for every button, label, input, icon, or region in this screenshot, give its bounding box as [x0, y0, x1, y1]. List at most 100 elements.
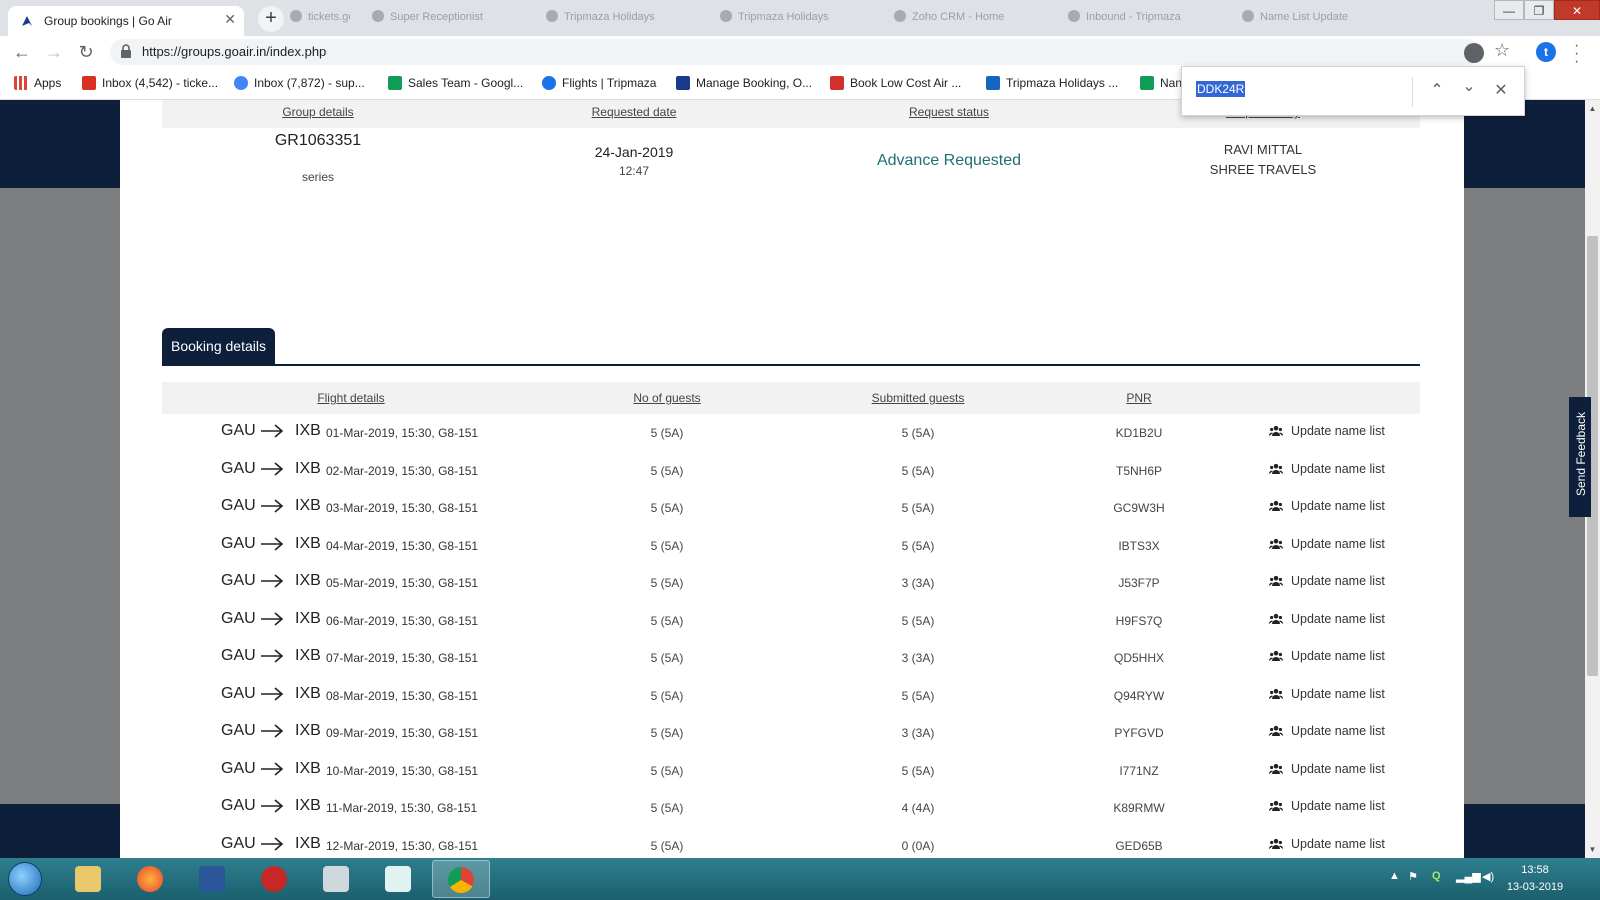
find-input[interactable]: DDK24R [1196, 81, 1396, 102]
destination-code: IXB [295, 759, 321, 777]
table-row: GAU IXB 09-Mar-2019, 15:30, G8-151 5 (5A) 3 … [162, 714, 1420, 752]
background-tab[interactable]: tickets.goair [290, 10, 350, 30]
flight-info: 01-Mar-2019, 15:30, G8-151 [326, 426, 479, 440]
tray-network-icon[interactable]: ▂▄▆ [1456, 870, 1481, 883]
close-icon[interactable]: ✕ [1490, 80, 1512, 102]
tab-close-icon[interactable]: ✕ [224, 11, 236, 28]
forward-arrow-icon[interactable]: → [42, 40, 66, 64]
header-pnr[interactable]: PNR [1126, 391, 1151, 405]
send-feedback-tab[interactable]: Send Feedback [1569, 397, 1591, 517]
zoom-icon[interactable] [1464, 43, 1484, 63]
update-name-list-link[interactable]: Update name list [1268, 837, 1385, 851]
extension-icon[interactable]: t [1536, 42, 1556, 62]
update-name-list-link[interactable]: Update name list [1268, 574, 1385, 588]
scroll-up-icon[interactable]: ▲ [1587, 104, 1598, 113]
guest-count: 5 (5A) [650, 726, 684, 740]
taskbar-clock[interactable]: 13:58 13-03-2019 [1500, 862, 1570, 896]
taskbar-chrome[interactable] [432, 860, 490, 898]
pnr-code: PYFGVD [1114, 726, 1164, 740]
background-tab[interactable]: Super Receptionist [372, 10, 522, 30]
tray-flag-icon[interactable]: ⚑ [1408, 870, 1418, 883]
goair-icon [676, 76, 690, 90]
update-name-list-link[interactable]: Update name list [1268, 462, 1385, 476]
update-name-list-link[interactable]: Update name list [1268, 649, 1385, 663]
bookmark-item[interactable]: Manage Booking, O... [676, 76, 812, 90]
guest-count: 5 (5A) [650, 688, 684, 703]
update-name-list-link[interactable]: Update name list [1268, 762, 1385, 776]
destination-code: IXB [295, 572, 321, 589]
taskbar-snipping[interactable] [246, 860, 304, 898]
bookmark-item[interactable]: Sales Team - Googl... [388, 76, 523, 90]
window-controls: — ❐ ✕ [1494, 0, 1600, 20]
header-group-details[interactable]: Group details [282, 105, 353, 119]
users-icon [1268, 800, 1284, 811]
update-name-list-link[interactable]: Update name list [1268, 424, 1385, 438]
header-requested-date[interactable]: Requested date [592, 105, 677, 119]
background-tab[interactable]: Inbound - Tripmaza [1068, 10, 1218, 30]
kebab-menu-icon[interactable]: · · · [1574, 38, 1579, 70]
origin-code: GAU [221, 722, 256, 739]
bookmark-item[interactable]: Nan [1140, 76, 1182, 90]
submitted-count: 5 (5A) [901, 538, 935, 553]
tray-chevron-up-icon[interactable]: ▲ [1389, 870, 1400, 882]
update-name-list-link[interactable]: Update name list [1268, 724, 1385, 738]
header-request-status[interactable]: Request status [909, 105, 989, 119]
tray-app-icon[interactable]: Q [1432, 870, 1441, 882]
close-window-button[interactable]: ✕ [1554, 0, 1600, 20]
header-flight-details[interactable]: Flight details [317, 391, 384, 405]
group-type: series [301, 170, 335, 184]
bookmark-item[interactable]: Book Low Cost Air ... [830, 76, 961, 90]
back-arrow-icon[interactable]: ← [10, 40, 34, 64]
table-row: GAU IXB 07-Mar-2019, 15:30, G8-151 5 (5A) 3 … [162, 639, 1420, 677]
tripmaza-icon [986, 76, 1000, 90]
update-name-list-link[interactable]: Update name list [1268, 799, 1385, 813]
origin-code: GAU [221, 834, 256, 852]
taskbar-calculator[interactable] [308, 860, 366, 898]
pnr-code: GC9W3H [1113, 501, 1165, 515]
bookmark-apps[interactable]: Apps [14, 76, 61, 90]
tab-active[interactable]: Group bookings | Go Air ✕ [8, 6, 244, 36]
background-tab[interactable]: Tripmaza Holidays [720, 10, 870, 30]
bookmark-item[interactable]: Tripmaza Holidays ... [986, 76, 1118, 90]
update-name-list-link[interactable]: Update name list [1268, 612, 1385, 626]
chevron-up-icon[interactable]: ⌃ [1426, 80, 1448, 102]
new-tab-button[interactable]: + [258, 6, 284, 32]
maximize-button[interactable]: ❐ [1524, 0, 1554, 20]
background-tab[interactable]: Zoho CRM - Home [894, 10, 1044, 30]
star-bookmark-icon[interactable]: ☆ [1494, 40, 1510, 61]
update-name-list-label: Update name list [1291, 424, 1385, 438]
background-tab[interactable]: Tripmaza Holidays [546, 10, 696, 30]
taskbar-notes[interactable] [370, 860, 428, 898]
word-icon [199, 866, 225, 892]
start-button[interactable] [8, 862, 42, 896]
destination-code: IXB [295, 834, 321, 852]
reload-icon[interactable]: ↻ [74, 40, 98, 64]
taskbar-word[interactable] [184, 860, 242, 898]
users-icon [1268, 500, 1284, 511]
background-tab[interactable]: Name List Update [1242, 10, 1392, 30]
table-row: GAU IXB 10-Mar-2019, 15:30, G8-151 5 (5A) 5 … [162, 752, 1420, 790]
bookmark-item[interactable]: Inbox (7,872) - sup... [234, 76, 365, 90]
pnr-code: KD1B2U [1115, 426, 1163, 440]
update-name-list-link[interactable]: Update name list [1268, 537, 1385, 551]
update-name-list-link[interactable]: Update name list [1268, 687, 1385, 701]
bookmark-item[interactable]: Flights | Tripmaza [542, 76, 656, 90]
arrow-right-icon [261, 611, 284, 626]
header-no-of-guests[interactable]: No of guests [633, 391, 700, 405]
minimize-button[interactable]: — [1494, 0, 1524, 20]
update-name-list-link[interactable]: Update name list [1268, 499, 1385, 513]
users-icon [1268, 650, 1284, 661]
scroll-down-icon[interactable]: ▼ [1587, 845, 1598, 854]
tab-favicon-icon [546, 10, 558, 22]
tab-booking-details[interactable]: Booking details [162, 328, 275, 364]
taskbar-firefox[interactable] [122, 860, 180, 898]
header-submitted-guests[interactable]: Submitted guests [872, 391, 965, 405]
tray-volume-icon[interactable]: ◀) [1482, 870, 1494, 883]
destination-code: IXB [295, 609, 321, 627]
address-bar[interactable]: https://groups.goair.in/index.php [110, 39, 1480, 65]
submitted-count: 5 (5A) [901, 763, 935, 778]
chevron-down-icon[interactable]: ⌄ [1458, 76, 1480, 98]
arrow-right-icon [261, 649, 284, 663]
taskbar-explorer[interactable] [60, 860, 118, 898]
bookmark-item[interactable]: Inbox (4,542) - ticke... [82, 76, 218, 90]
